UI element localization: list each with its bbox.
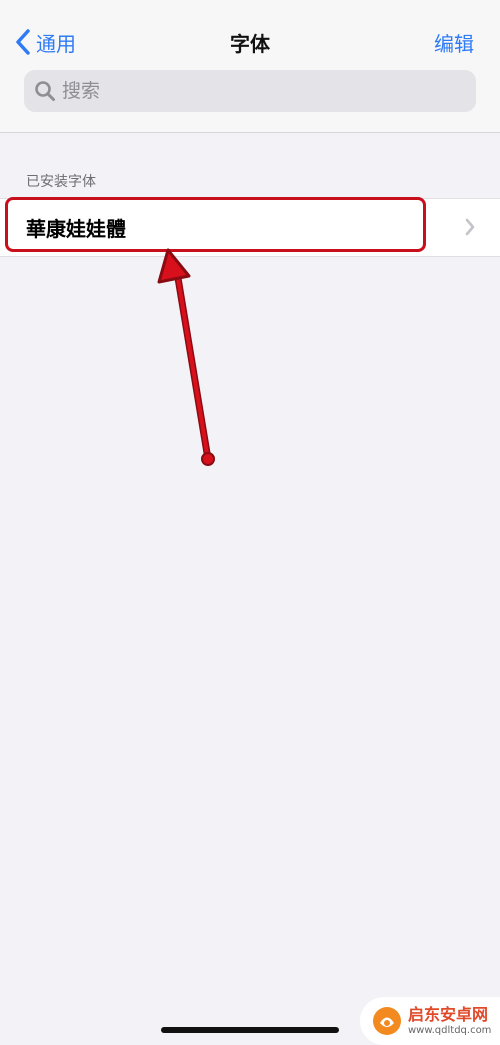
annotation-highlight-box — [5, 197, 426, 252]
watermark: 启东安卓网 www.qdltdq.com — [360, 997, 500, 1045]
navigation-bar: 通用 字体 编辑 — [0, 0, 500, 133]
page-title: 字体 — [230, 32, 270, 56]
section-header-installed-fonts: 已安装字体 — [26, 174, 96, 190]
search-bar[interactable] — [24, 70, 476, 112]
edit-button[interactable]: 编辑 — [434, 28, 474, 57]
watermark-url: www.qdltdq.com — [408, 1024, 492, 1036]
chevron-right-icon — [465, 218, 475, 236]
search-input[interactable] — [62, 80, 442, 102]
annotation-arrow — [157, 248, 215, 466]
watermark-brand: 启东安卓网 — [408, 1004, 489, 1024]
search-icon — [35, 81, 55, 101]
watermark-logo-icon — [373, 1007, 401, 1035]
home-indicator[interactable] — [161, 1027, 339, 1033]
